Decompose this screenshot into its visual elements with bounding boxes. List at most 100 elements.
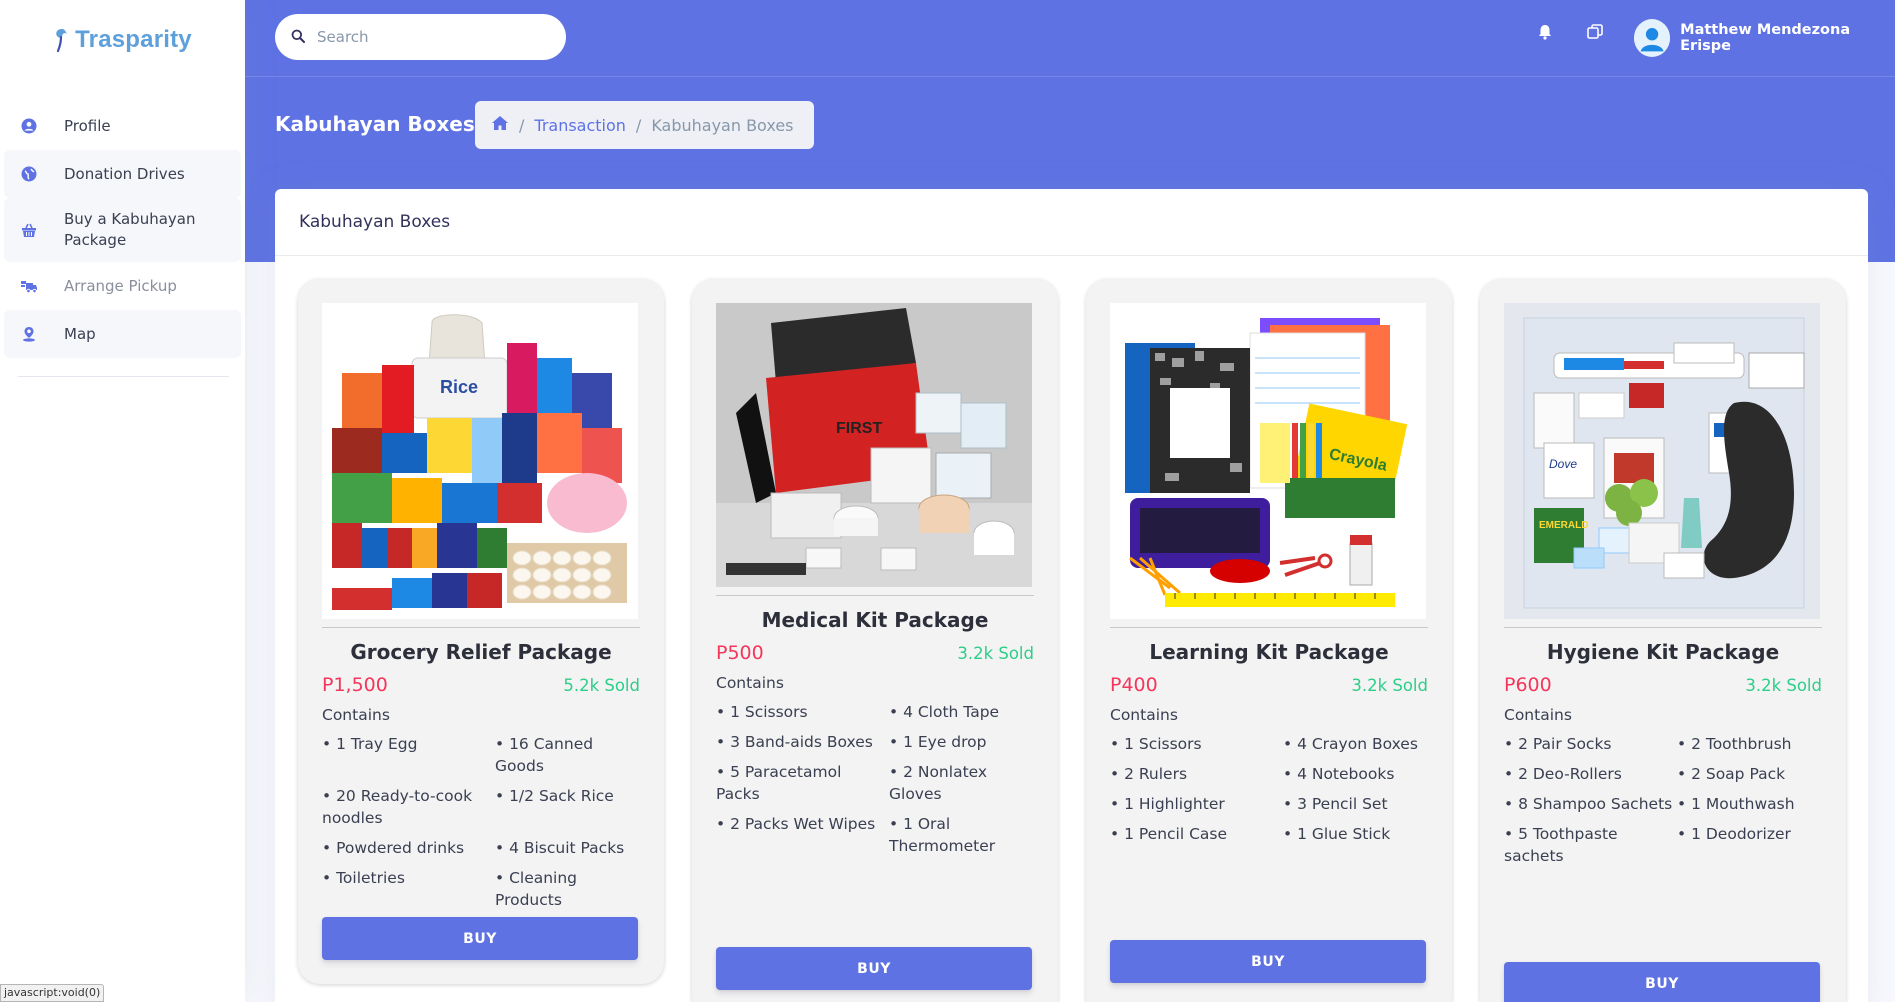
list-item: • 4 Biscuit Packs <box>495 839 625 857</box>
user-name: Matthew Mendezona Erispe <box>1680 22 1851 54</box>
product-title: Grocery Relief Package <box>350 640 612 664</box>
list-item: • 5 Toothpaste sachets <box>1504 825 1618 865</box>
sidebar-item-arrange-pickup[interactable]: Arrange Pickup <box>4 262 241 310</box>
product-sold-count: 5.2k Sold <box>563 676 640 695</box>
product-price: P600 <box>1504 674 1552 696</box>
panel-title: Kabuhayan Boxes <box>275 189 1868 256</box>
list-item: • 16 Canned Goods <box>495 735 594 775</box>
hygiene-kit-image: Dove EMERALD <box>1504 303 1820 619</box>
card-divider <box>716 595 1034 596</box>
breadcrumb-link-transaction[interactable]: Transaction <box>534 116 626 135</box>
sidebar-nav: Profile Donation Drives Buy a Kabuhayan … <box>0 102 245 358</box>
price-row: P400 3.2k Sold <box>1110 674 1428 696</box>
product-items: • 1 Scissors • 4 Cloth Tape • 3 Band-aid… <box>716 701 1034 857</box>
sidebar-item-map[interactable]: Map <box>4 310 241 358</box>
list-item: • 4 Crayon Boxes <box>1283 735 1418 753</box>
list-item: • 1 Oral Thermometer <box>889 815 996 855</box>
breadcrumb-current: Kabuhayan Boxes <box>651 115 794 135</box>
list-item: • 2 Nonlatex Gloves <box>889 763 988 803</box>
brand-name: Trasparity <box>75 26 192 53</box>
product-price: P400 <box>1110 674 1158 696</box>
product-card-medical: FIRST Medical Kit Package P500 3.2k Sold… <box>692 279 1058 1002</box>
contains-label: Contains <box>322 706 390 724</box>
list-item: • 2 Pair Socks <box>1504 735 1612 753</box>
learning-kit-image: Crayola <box>1110 303 1426 619</box>
bell-icon <box>1538 24 1552 44</box>
apps-button[interactable] <box>1587 24 1603 44</box>
product-items: • 1 Scissors • 4 Crayon Boxes • 2 Rulers… <box>1110 733 1428 845</box>
notifications-button[interactable] <box>1538 24 1552 44</box>
avatar <box>1634 19 1671 57</box>
map-pin-icon <box>18 323 40 345</box>
product-card-grocery: Rice Grocery Relief Package P1,500 5.2k … <box>298 279 664 984</box>
list-item: • 1 Glue Stick <box>1283 825 1391 843</box>
page-title: Kabuhayan Boxes <box>275 112 475 136</box>
list-item: • 2 Rulers <box>1110 765 1188 783</box>
sidebar-divider <box>18 376 229 377</box>
product-title: Learning Kit Package <box>1149 640 1389 664</box>
svg-text:Dove: Dove <box>1549 457 1577 471</box>
buy-button[interactable]: BUY <box>1110 940 1426 983</box>
price-row: P500 3.2k Sold <box>716 642 1034 664</box>
product-price: P500 <box>716 642 764 664</box>
list-item: • 4 Notebooks <box>1283 765 1395 783</box>
home-icon[interactable] <box>491 115 509 135</box>
product-title: Medical Kit Package <box>761 608 989 632</box>
list-item: • 5 Paracetamol Packs <box>716 763 842 803</box>
list-item: • 3 Pencil Set <box>1283 795 1388 813</box>
card-divider <box>322 627 640 628</box>
sidebar-item-label: Map <box>64 324 96 343</box>
product-sold-count: 3.2k Sold <box>1745 676 1822 695</box>
search-input[interactable] <box>317 28 547 46</box>
product-items: • 2 Pair Socks • 2 Toothbrush • 2 Deo-Ro… <box>1504 733 1822 867</box>
list-item: • 1 Pencil Case <box>1110 825 1228 843</box>
svg-text:Rice: Rice <box>440 377 478 397</box>
breadcrumb-separator: / <box>519 115 525 135</box>
contains-label: Contains <box>716 674 784 692</box>
list-item: • Toiletries <box>322 869 405 887</box>
status-bar-url: javascript:void(0) <box>0 984 105 1002</box>
header-divider <box>245 76 1895 77</box>
list-item: • 1 Mouthwash <box>1677 795 1795 813</box>
price-row: P1,500 5.2k Sold <box>322 674 640 696</box>
product-card-hygiene: Dove EMERALD Hygiene Kit Package P600 3.… <box>1480 279 1846 1002</box>
search-bar[interactable] <box>275 14 566 60</box>
breadcrumb-separator: / <box>635 115 642 135</box>
list-item: • 2 Toothbrush <box>1677 735 1792 753</box>
sidebar-item-label: Arrange Pickup <box>64 276 177 295</box>
product-sold-count: 3.2k Sold <box>1351 676 1428 695</box>
sidebar-item-buy-kabuhayan-package[interactable]: Buy a Kabuhayan Package <box>4 198 241 262</box>
list-item: • 4 Cloth Tape <box>889 703 1000 721</box>
basket-icon <box>18 219 40 241</box>
windows-icon <box>1587 24 1603 44</box>
product-title: Hygiene Kit Package <box>1546 640 1780 664</box>
buy-button[interactable]: BUY <box>1504 962 1820 1002</box>
list-item: • 1 Highlighter <box>1110 795 1225 813</box>
buy-button[interactable]: BUY <box>322 917 638 960</box>
sidebar-item-label: Donation Drives <box>64 164 185 183</box>
globe-icon <box>18 163 40 185</box>
svg-text:FIRST: FIRST <box>836 420 882 437</box>
profile-icon <box>18 115 40 137</box>
medical-kit-image: FIRST <box>716 303 1032 587</box>
user-menu[interactable]: Matthew Mendezona Erispe <box>1634 19 1895 57</box>
list-item: • 1 Deodorizer <box>1677 825 1791 843</box>
list-item: • 1 Eye drop <box>889 733 987 751</box>
sidebar-item-donation-drives[interactable]: Donation Drives <box>4 150 241 198</box>
list-item: • 2 Soap Pack <box>1677 765 1786 783</box>
brand-logo[interactable]: Trasparity <box>0 0 245 80</box>
contains-label: Contains <box>1504 706 1572 724</box>
buy-button[interactable]: BUY <box>716 947 1032 990</box>
sidebar-item-profile[interactable]: Profile <box>4 102 241 150</box>
list-item: • Powdered drinks <box>322 839 465 857</box>
truck-icon <box>18 275 40 297</box>
contains-label: Contains <box>1110 706 1178 724</box>
list-item: • 3 Band-aids Boxes <box>716 733 873 751</box>
sidebar-item-label: Profile <box>64 116 111 135</box>
list-item: • 1/2 Sack Rice <box>495 787 614 805</box>
product-items: • 1 Tray Egg • 16 Canned Goods • 20 Read… <box>322 733 640 911</box>
product-card-learning: Crayola Learning Kit Package P400 3.2k S… <box>1086 279 1452 1002</box>
card-divider <box>1110 627 1428 628</box>
brand-mark-icon <box>53 27 71 53</box>
price-row: P600 3.2k Sold <box>1504 674 1822 696</box>
